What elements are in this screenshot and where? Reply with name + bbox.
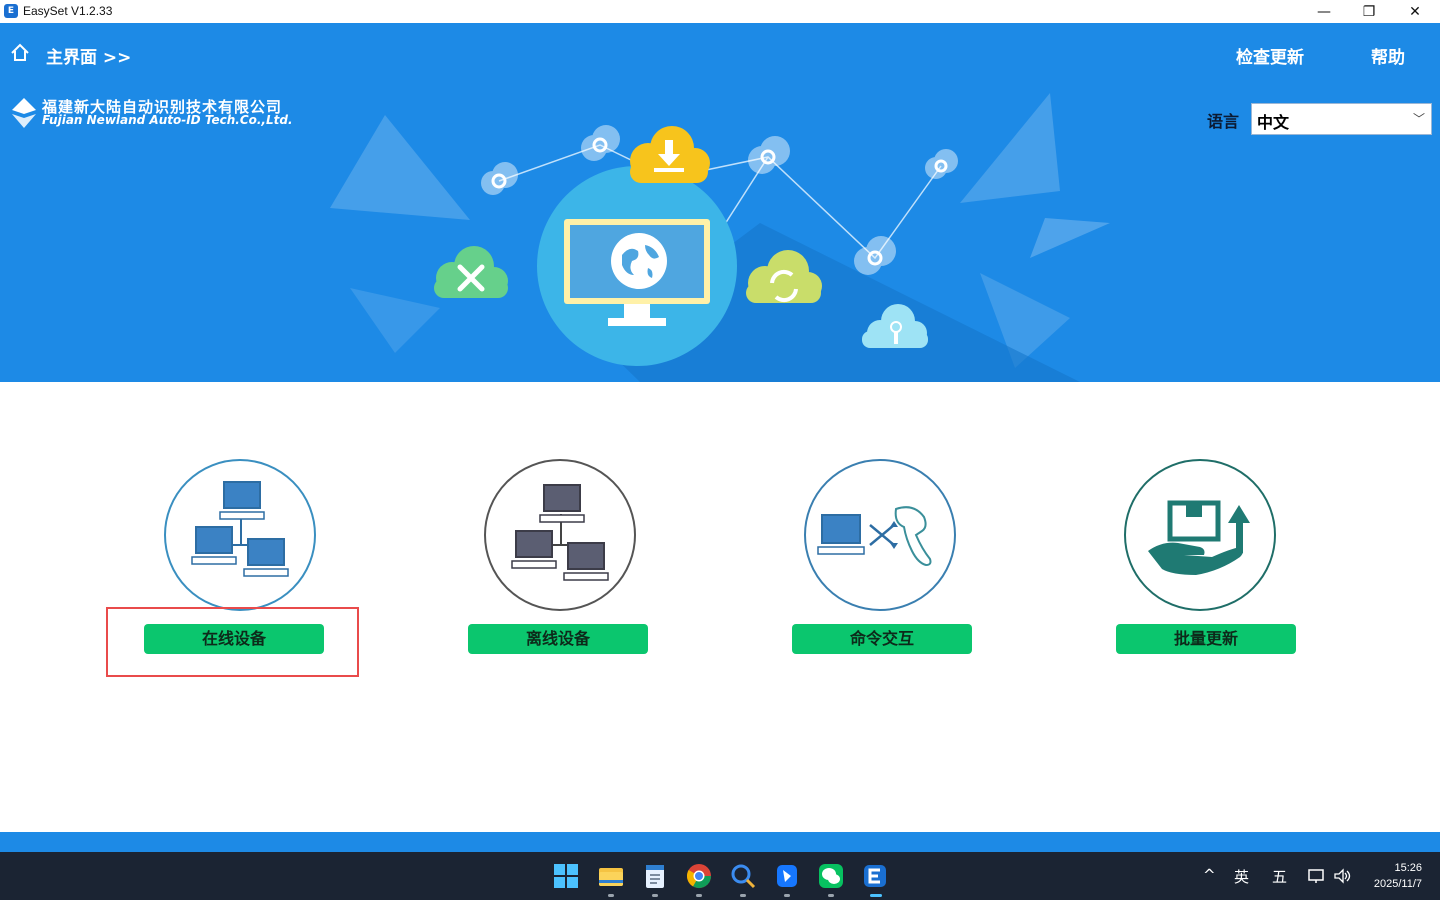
easyset-icon[interactable] — [861, 862, 889, 890]
language-label: 语言 — [1207, 112, 1240, 131]
newland-logo-icon — [12, 98, 36, 128]
close-button[interactable]: ✕ — [1392, 0, 1438, 23]
ime-language-indicator[interactable]: 英 — [1234, 866, 1249, 887]
language-select[interactable]: 中文 ﹀ — [1251, 103, 1432, 135]
search-app-icon[interactable] — [729, 862, 757, 890]
running-indicator — [652, 894, 658, 897]
feishu-icon[interactable] — [773, 862, 801, 890]
command-interaction-button[interactable]: 命令交互 — [792, 624, 972, 654]
system-clock[interactable]: 15:26 2025/11/7 — [1374, 860, 1422, 892]
window-title: EasySet V1.2.33 — [23, 4, 113, 18]
tray-overflow-chevron[interactable]: ^ — [1203, 866, 1216, 884]
hand-box-upload-icon[interactable] — [1124, 459, 1276, 611]
restore-button[interactable]: ❐ — [1346, 0, 1392, 23]
notepad-icon[interactable] — [641, 862, 669, 890]
active-indicator — [870, 894, 882, 897]
title-bar: E EasySet V1.2.33 — ❐ ✕ — [0, 0, 1440, 23]
running-indicator — [696, 894, 702, 897]
ime-mode-indicator[interactable]: 五 — [1272, 866, 1287, 887]
clock-date: 2025/11/7 — [1373, 878, 1422, 890]
offline-devices-button[interactable]: 离线设备 — [468, 624, 648, 654]
network-icon[interactable] — [1308, 867, 1326, 885]
computer-scanner-exchange-icon[interactable] — [804, 459, 956, 611]
footer-bar — [0, 832, 1440, 852]
windows-start-icon[interactable] — [552, 862, 580, 890]
help-link[interactable]: 帮助 — [1371, 43, 1405, 68]
banner-illustration — [330, 93, 1110, 382]
file-explorer-icon[interactable] — [597, 862, 625, 890]
online-devices-button[interactable]: 在线设备 — [144, 624, 324, 654]
check-update-link[interactable]: 检查更新 — [1236, 43, 1304, 68]
running-indicator — [828, 894, 834, 897]
taskbar: ^ 英 五 15:26 2025/11/7 — [0, 852, 1440, 900]
minimize-button[interactable]: — — [1301, 0, 1347, 23]
clock-time: 15:26 — [1394, 862, 1422, 874]
running-indicator — [740, 894, 746, 897]
wechat-icon[interactable] — [817, 862, 845, 890]
home-icon[interactable] — [10, 43, 30, 63]
language-select-value: 中文 — [1257, 113, 1290, 132]
online-devices-network-icon[interactable] — [164, 459, 316, 611]
chevron-down-icon: ﹀ — [1412, 112, 1425, 126]
header-banner: 主界面 >> 检查更新 帮助 福建新大陆自动识别技术有限公司 Fujian Ne… — [0, 23, 1440, 382]
breadcrumb: 主界面 >> — [46, 48, 132, 68]
offline-devices-network-icon[interactable] — [484, 459, 636, 611]
volume-icon[interactable] — [1333, 867, 1351, 885]
running-indicator — [608, 894, 614, 897]
running-indicator — [784, 894, 790, 897]
batch-update-button[interactable]: 批量更新 — [1116, 624, 1296, 654]
company-name-en: Fujian Newland Auto-ID Tech.Co.,Ltd. — [42, 113, 293, 127]
chrome-icon[interactable] — [685, 862, 713, 890]
easyset-app-icon: E — [4, 4, 18, 18]
